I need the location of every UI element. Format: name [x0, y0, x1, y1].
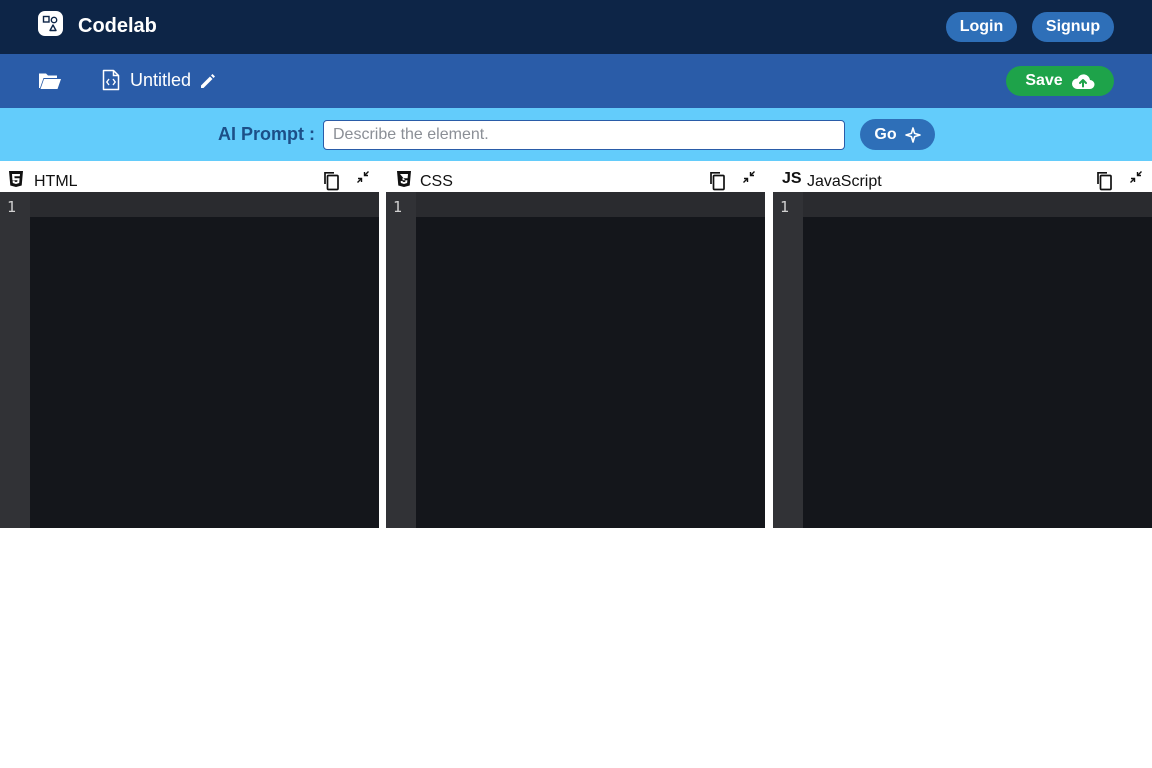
project-title[interactable]: Untitled [130, 69, 191, 91]
app-brand-name[interactable]: Codelab [78, 14, 157, 38]
line-number-gutter: 1 [386, 192, 416, 528]
collapse-icon[interactable] [1129, 170, 1143, 184]
line-number-gutter: 1 [773, 192, 803, 528]
css3-icon [396, 170, 412, 188]
javascript-editor-panel: JS JavaScript 1 [773, 161, 1152, 528]
active-line-highlight [803, 192, 1152, 217]
css-panel-title: CSS [420, 173, 453, 190]
javascript-panel-header: JS JavaScript [773, 161, 1152, 192]
css-panel-header: CSS [386, 161, 765, 192]
html-panel-header: HTML [0, 161, 379, 192]
active-line-highlight [30, 192, 379, 217]
css-editor-panel: CSS 1 [386, 161, 765, 528]
collapse-icon[interactable] [742, 170, 756, 184]
edit-title-pencil-icon[interactable] [199, 72, 217, 90]
html5-icon [8, 170, 24, 188]
css-code-editor[interactable]: 1 [386, 192, 765, 528]
active-line-highlight [416, 192, 765, 217]
ai-prompt-input[interactable] [323, 120, 845, 150]
html-code-editor[interactable]: 1 [0, 192, 379, 528]
line-number: 1 [7, 198, 17, 216]
cloud-upload-icon [1071, 73, 1095, 89]
sparkle-icon [904, 126, 921, 143]
project-toolbar: Untitled Save [0, 54, 1152, 108]
open-folder-icon[interactable] [38, 71, 62, 91]
signup-button[interactable]: Signup [1032, 12, 1114, 42]
go-button[interactable]: Go [860, 119, 935, 150]
line-number-gutter: 1 [0, 192, 30, 528]
javascript-panel-title: JavaScript [807, 173, 882, 190]
go-button-label: Go [874, 125, 897, 143]
html-editor-panel: HTML 1 [0, 161, 379, 528]
code-file-icon [102, 69, 120, 91]
ai-prompt-label: AI Prompt : [218, 124, 315, 144]
html-panel-title: HTML [34, 173, 78, 190]
top-nav-bar: Codelab Login Signup [0, 0, 1152, 54]
save-button[interactable]: Save [1006, 66, 1114, 96]
login-button[interactable]: Login [946, 12, 1017, 42]
copy-icon[interactable] [322, 171, 340, 191]
line-number: 1 [393, 198, 403, 216]
codelab-logo-icon[interactable] [38, 11, 63, 36]
copy-icon[interactable] [1095, 171, 1113, 191]
ai-prompt-bar: AI Prompt : Go [0, 108, 1152, 161]
javascript-code-editor[interactable]: 1 [773, 192, 1152, 528]
js-icon: JS [782, 170, 802, 187]
collapse-icon[interactable] [356, 170, 370, 184]
copy-icon[interactable] [708, 171, 726, 191]
save-button-label: Save [1025, 72, 1063, 89]
line-number: 1 [780, 198, 790, 216]
